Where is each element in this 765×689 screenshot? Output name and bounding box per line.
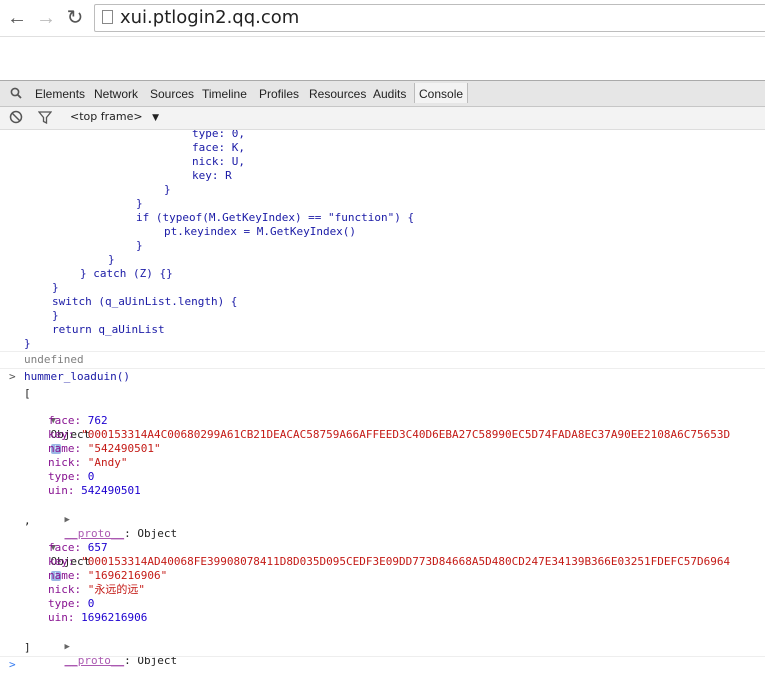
code-line: nick: U,	[192, 155, 245, 168]
search-icon[interactable]	[10, 87, 22, 99]
console-prompt[interactable]: >	[9, 658, 16, 672]
prop-value: "000153314AD40068FE39908078411D8D035D095…	[81, 555, 731, 568]
code-line: } catch (Z) {}	[80, 267, 173, 280]
prop-key: key:	[48, 428, 75, 441]
code-line: pt.keyindex = M.GetKeyIndex()	[164, 225, 357, 238]
page-icon	[102, 10, 113, 24]
tab-audits[interactable]: Audits	[373, 87, 406, 101]
prop-key: face:	[48, 414, 82, 427]
tab-sources[interactable]: Sources	[150, 87, 194, 101]
proto-value: Object	[137, 527, 178, 540]
code-line: }	[136, 239, 143, 252]
code-line: }	[164, 183, 171, 196]
code-line: }	[52, 309, 59, 322]
prop-key: uin:	[48, 484, 75, 497]
divider	[0, 351, 765, 352]
code-line: }	[52, 281, 59, 294]
input-prompt-icon: >	[9, 370, 16, 383]
tab-console[interactable]: Console	[414, 83, 469, 103]
prop-value: "永远的远"	[87, 583, 145, 596]
prop-value: 1696216906	[81, 611, 148, 624]
collapsed-triangle-icon: ▶	[64, 515, 70, 525]
devtools-tab-bar: Elements Network Sources Timeline Profil…	[0, 80, 765, 107]
code-line: if (typeof(M.GetKeyIndex) == "function")…	[136, 211, 415, 224]
url-text: xui.ptlogin2.qq.com	[120, 7, 300, 28]
tab-timeline[interactable]: Timeline	[202, 87, 247, 101]
prop-key: nick:	[48, 583, 82, 596]
divider	[0, 656, 765, 657]
collapsed-triangle-icon: ▶	[64, 642, 70, 652]
prop-value: 762	[87, 414, 108, 427]
prop-key: name:	[48, 569, 82, 582]
tab-profiles[interactable]: Profiles	[259, 87, 299, 101]
code-line: key: R	[192, 169, 232, 182]
browser-toolbar: ← → ↻ xui.ptlogin2.qq.com	[0, 0, 765, 36]
prop-value: "000153314A4C00680299A61CB21DEACAC58759A…	[81, 428, 731, 441]
code-line: switch (q_aUinList.length) {	[52, 295, 238, 308]
frame-selector[interactable]: <top frame> ▼	[70, 110, 159, 123]
prop-value: "Andy"	[87, 456, 128, 469]
prop-value: "1696216906"	[87, 569, 168, 582]
prop-value: 0	[87, 597, 95, 610]
prop-key: name:	[48, 442, 82, 455]
prop-value: 542490501	[81, 484, 141, 497]
code-line: }	[108, 253, 115, 266]
code-line: type: 0,	[192, 130, 245, 140]
divider	[0, 368, 765, 369]
code-line: return q_aUinList	[52, 323, 165, 336]
proto-expander[interactable]: ▶ __proto__: Object	[38, 625, 178, 682]
filter-icon[interactable]	[38, 111, 52, 124]
reload-icon[interactable]: ↻	[63, 6, 87, 30]
tab-resources[interactable]: Resources	[309, 87, 366, 101]
address-bar[interactable]: xui.ptlogin2.qq.com	[94, 4, 765, 32]
prop-value: 657	[87, 541, 108, 554]
code-line: face: K,	[192, 141, 245, 154]
forward-arrow-icon[interactable]: →	[34, 6, 58, 30]
prop-key: key:	[48, 555, 75, 568]
prop-key: type:	[48, 470, 82, 483]
prop-value: 0	[87, 470, 95, 483]
command-input: hummer_loaduin()	[24, 370, 130, 383]
undefined-result: undefined	[24, 353, 84, 366]
tab-network[interactable]: Network	[94, 87, 138, 101]
clear-console-icon[interactable]	[9, 110, 23, 124]
frame-selector-label: <top frame>	[70, 110, 143, 123]
console-output[interactable]: type: 0, face: K, nick: U, key: R } } if…	[0, 130, 765, 689]
array-close-bracket: ]	[24, 641, 31, 654]
tab-elements[interactable]: Elements	[35, 87, 85, 101]
console-toolbar: <top frame> ▼	[0, 107, 765, 130]
prop-key: face:	[48, 541, 82, 554]
code-line: }	[136, 197, 143, 210]
dropdown-arrow-icon: ▼	[152, 113, 159, 123]
back-arrow-icon[interactable]: ←	[5, 6, 29, 30]
prop-value: "542490501"	[87, 442, 161, 455]
page-viewport	[0, 36, 765, 79]
prop-key: uin:	[48, 611, 75, 624]
prop-key: nick:	[48, 456, 82, 469]
code-line: }	[24, 337, 31, 350]
prop-key: type:	[48, 597, 82, 610]
